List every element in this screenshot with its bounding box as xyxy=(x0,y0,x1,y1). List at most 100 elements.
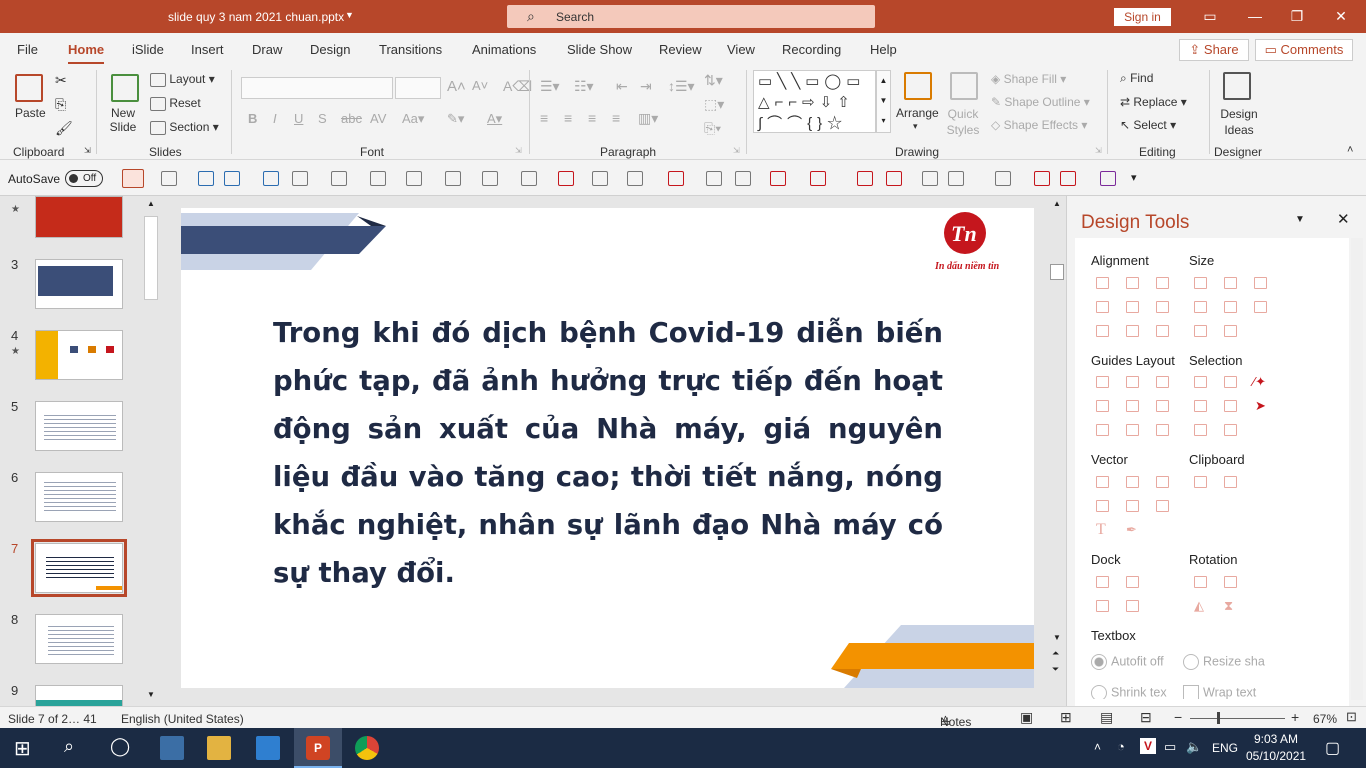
guide-matrix-icon[interactable] xyxy=(1156,424,1169,436)
numbering-icon[interactable]: ☷▾ xyxy=(574,78,594,95)
refresh-icon[interactable] xyxy=(1060,171,1076,186)
comments-button[interactable]: ▭ Comments xyxy=(1255,39,1353,61)
scroll-down-icon[interactable]: ▼ xyxy=(1053,633,1061,642)
slide-thumbnail-4[interactable] xyxy=(35,330,123,380)
flip-horizontal-icon[interactable]: ◭ xyxy=(1194,598,1204,614)
align-right-icon[interactable]: ≡ xyxy=(588,110,596,126)
increase-font-icon[interactable]: A˄ xyxy=(447,78,466,95)
select-area-icon[interactable] xyxy=(1224,424,1237,436)
paste-icon[interactable] xyxy=(15,74,43,102)
close-icon[interactable]: ✕ xyxy=(1331,8,1351,25)
zoom-slider[interactable] xyxy=(1190,718,1285,719)
shapes-scroll[interactable]: ▲ ▼ ▾ xyxy=(876,70,891,133)
search-box[interactable]: ⌕ Search xyxy=(507,5,875,28)
highlight-icon[interactable]: ✎▾ xyxy=(447,111,464,127)
windows-start-icon[interactable]: ⊞ xyxy=(14,736,38,760)
fill-color-icon[interactable] xyxy=(406,171,422,186)
find-button[interactable]: ⌕ Find xyxy=(1120,71,1153,86)
slide-thumbnail-9[interactable] xyxy=(35,685,123,706)
stretch-bottom-icon[interactable] xyxy=(1224,325,1237,337)
copy-format-icon[interactable] xyxy=(1194,476,1207,488)
tab-transitions[interactable]: Transitions xyxy=(379,42,442,57)
input-language[interactable]: ENG xyxy=(1212,741,1238,755)
next-slide-icon[interactable]: ⏷ xyxy=(1052,664,1059,675)
shape-effects-icon[interactable] xyxy=(592,171,608,186)
new-slide-button[interactable]: New Slide xyxy=(108,106,138,134)
fit-slide-icon[interactable]: ⊡ xyxy=(1346,709,1357,725)
dialog-launcher-icon[interactable]: ⇲ xyxy=(733,146,740,155)
eyedropper-outline-icon[interactable] xyxy=(521,171,537,186)
sign-in-button[interactable]: Sign in xyxy=(1114,8,1171,26)
ribbon-display-icon[interactable]: ▭ xyxy=(1200,8,1220,25)
clear-format-icon[interactable]: A⌫ xyxy=(503,78,532,95)
decrease-font-icon[interactable]: A˅ xyxy=(472,78,488,93)
font-color-icon[interactable] xyxy=(331,171,347,186)
pointer-icon[interactable]: ➤ xyxy=(1255,398,1266,414)
distribute-v-icon[interactable] xyxy=(1126,325,1139,337)
document-title[interactable]: slide quy 3 nam 2021 chuan.pptx xyxy=(168,10,344,24)
smartart-icon[interactable]: ⎘▾ xyxy=(704,120,721,137)
collapse-ribbon-icon[interactable]: ˄ xyxy=(1347,144,1353,156)
format-painter-icon[interactable]: 🖌 xyxy=(55,120,73,137)
align-center-icon[interactable]: ≡ xyxy=(564,110,572,126)
grid-icon[interactable] xyxy=(810,171,826,186)
slide-thumbnail-8[interactable] xyxy=(35,614,123,664)
replace-button[interactable]: ⇄ Replace ▾ xyxy=(1120,95,1187,109)
strikethrough-icon[interactable]: abc xyxy=(341,111,362,126)
scroll-up-icon[interactable]: ▲ xyxy=(147,199,155,208)
pane-scrollbar[interactable] xyxy=(1351,238,1363,700)
shapes-gallery[interactable]: ▭╲╲▭◯▭ △⌐⌐⇨⇩⇧ ∫⌒⌒{}☆ xyxy=(753,70,876,133)
slide-canvas[interactable]: Tn In dấu niềm tin Trong khi đó dịch bện… xyxy=(181,208,1034,688)
vector-intersect-icon[interactable] xyxy=(1096,500,1109,512)
bullets-icon[interactable]: ☰▾ xyxy=(540,78,560,95)
scroll-thumb[interactable] xyxy=(1050,264,1064,280)
shrink-text-option[interactable]: Shrink tex xyxy=(1091,685,1167,699)
autosave-toggle[interactable]: Off xyxy=(65,170,103,187)
distribute-h-icon[interactable] xyxy=(1096,325,1109,337)
align-left-icon[interactable] xyxy=(1096,277,1109,289)
shape-effects-button[interactable]: ◇ Shape Effects ▾ xyxy=(991,118,1087,132)
select-fill-icon[interactable] xyxy=(1224,400,1237,412)
close-icon[interactable]: ✕ xyxy=(1337,210,1350,228)
eyedropper-icon[interactable] xyxy=(370,171,386,186)
font-color-icon[interactable]: A▾ xyxy=(487,111,502,127)
layout-panel-icon[interactable] xyxy=(122,169,144,188)
same-size-icon[interactable] xyxy=(1254,277,1267,289)
guide-right-icon[interactable] xyxy=(1156,376,1169,388)
shape-fill-button[interactable]: ◈ Shape Fill ▾ xyxy=(991,72,1066,86)
tab-slide-show[interactable]: Slide Show xyxy=(567,42,632,57)
dialog-launcher-icon[interactable]: ⇲ xyxy=(1095,146,1102,155)
dock-right-icon[interactable] xyxy=(1126,576,1139,588)
view-icon[interactable] xyxy=(948,171,964,186)
font-name-combo[interactable] xyxy=(241,77,393,99)
decrease-indent-icon[interactable]: ⇤ xyxy=(616,78,628,95)
stretch-right-icon[interactable] xyxy=(1224,301,1237,313)
select-group-icon[interactable] xyxy=(1194,400,1207,412)
line-spacing-icon[interactable]: ↕☰▾ xyxy=(668,78,695,95)
design-ideas-icon[interactable] xyxy=(1223,72,1251,100)
justify-icon[interactable]: ≡ xyxy=(612,110,620,126)
select-same-icon[interactable] xyxy=(1224,376,1237,388)
zoom-out-icon[interactable]: − xyxy=(1174,709,1182,725)
mail-icon[interactable] xyxy=(256,736,280,760)
picture-icon[interactable] xyxy=(735,171,751,186)
wrap-text-option[interactable]: Wrap text xyxy=(1183,685,1256,699)
previous-slide-icon[interactable]: ⏶ xyxy=(1052,648,1059,659)
dock-left-icon[interactable] xyxy=(1096,576,1109,588)
guide-top-icon[interactable] xyxy=(1096,400,1109,412)
align-center-icon[interactable] xyxy=(1126,277,1139,289)
same-height-icon[interactable] xyxy=(1224,277,1237,289)
clock[interactable]: 9:03 AM 05/10/2021 xyxy=(1246,731,1306,765)
layout-button[interactable]: Layout ▾ xyxy=(150,72,215,87)
slide-body-text[interactable]: Trong khi đó dịch bệnh Covid-19 diễn biế… xyxy=(273,309,943,597)
cut-icon[interactable]: ✂ xyxy=(55,72,67,89)
rotate-right-icon[interactable] xyxy=(1224,576,1237,588)
file-explorer-icon[interactable] xyxy=(207,736,231,760)
notifications-icon[interactable]: ▢ xyxy=(1325,738,1340,758)
section-button[interactable]: Section ▾ xyxy=(150,120,219,135)
pen-tool-icon[interactable]: ✒ xyxy=(1126,522,1137,538)
scroll-up-icon[interactable]: ▲ xyxy=(1053,199,1061,208)
minimize-icon[interactable]: — xyxy=(1245,8,1265,24)
dialog-launcher-icon[interactable]: ⇲ xyxy=(515,146,522,155)
swap-size-icon[interactable] xyxy=(1254,301,1267,313)
